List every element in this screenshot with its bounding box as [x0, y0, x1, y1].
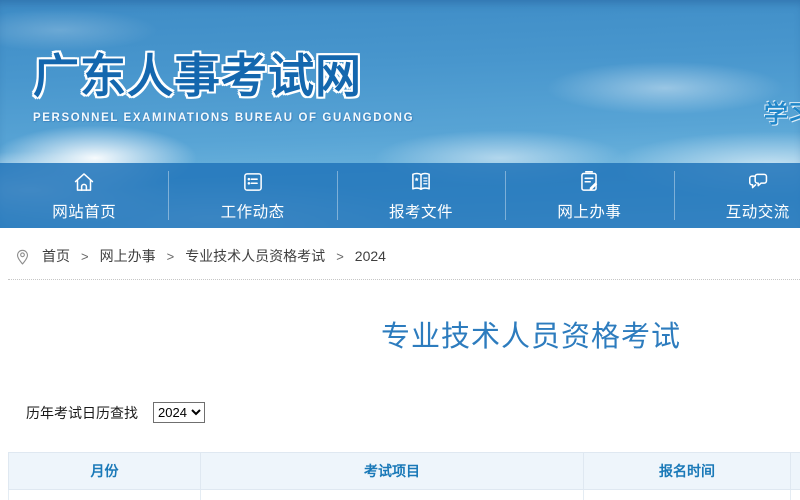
- breadcrumb-services[interactable]: 网上办事: [100, 246, 156, 266]
- floating-banner[interactable]: 学习: [764, 94, 800, 129]
- breadcrumb-exams[interactable]: 专业技术人员资格考试: [185, 246, 325, 266]
- col-header-extra: [791, 453, 800, 490]
- exam-calendar-table: 月份 考试项目 报名时间: [8, 452, 800, 500]
- breadcrumb-home[interactable]: 首页: [42, 246, 70, 266]
- breadcrumb-year[interactable]: 2024: [355, 248, 386, 264]
- page-title: 专业技术人员资格考试: [0, 313, 800, 355]
- nav-item-news[interactable]: 工作动态: [168, 163, 336, 228]
- col-header-month: 月份: [9, 453, 201, 490]
- site-header: 广东人事考试网 PERSONNEL EXAMINATIONS BUREAU OF…: [0, 0, 800, 228]
- table-row: [9, 490, 800, 500]
- book-icon: [408, 169, 434, 195]
- breadcrumb-separator: >: [167, 249, 175, 264]
- nav-label: 互动交流: [726, 200, 790, 222]
- page-content: 首页 > 网上办事 > 专业技术人员资格考试 > 2024 专业技术人员资格考试…: [0, 228, 800, 500]
- table-header-row: 月份 考试项目 报名时间: [9, 453, 800, 490]
- nav-label: 报考文件: [389, 200, 453, 222]
- nav-label: 工作动态: [221, 200, 285, 222]
- home-icon: [71, 169, 97, 195]
- nav-item-services[interactable]: 网上办事: [505, 163, 673, 228]
- filter-label: 历年考试日历查找: [26, 403, 138, 423]
- chat-icon: [745, 169, 771, 195]
- nav-label: 网站首页: [52, 200, 116, 222]
- year-select[interactable]: 2024: [153, 402, 205, 423]
- breadcrumb-separator: >: [81, 249, 89, 264]
- divider: [8, 279, 800, 280]
- nav-label: 网上办事: [557, 200, 621, 222]
- news-icon: [240, 169, 266, 195]
- breadcrumb-separator: >: [336, 249, 344, 264]
- clipboard-pen-icon: [576, 169, 602, 195]
- site-logo[interactable]: 广东人事考试网 PERSONNEL EXAMINATIONS BUREAU OF…: [33, 40, 414, 124]
- site-title: 广东人事考试网: [33, 40, 414, 106]
- nav-item-documents[interactable]: 报考文件: [337, 163, 505, 228]
- main-nav: 网站首页 工作动态 报考文件: [0, 163, 800, 228]
- col-header-registration: 报名时间: [584, 453, 791, 490]
- site-subtitle: PERSONNEL EXAMINATIONS BUREAU OF GUANGDO…: [33, 112, 414, 124]
- calendar-filter: 历年考试日历查找 2024: [26, 402, 800, 423]
- nav-item-interact[interactable]: 互动交流: [674, 163, 800, 228]
- col-header-exam: 考试项目: [201, 453, 584, 490]
- location-pin-icon: [14, 247, 31, 266]
- breadcrumb: 首页 > 网上办事 > 专业技术人员资格考试 > 2024: [0, 228, 800, 266]
- nav-item-home[interactable]: 网站首页: [0, 163, 168, 228]
